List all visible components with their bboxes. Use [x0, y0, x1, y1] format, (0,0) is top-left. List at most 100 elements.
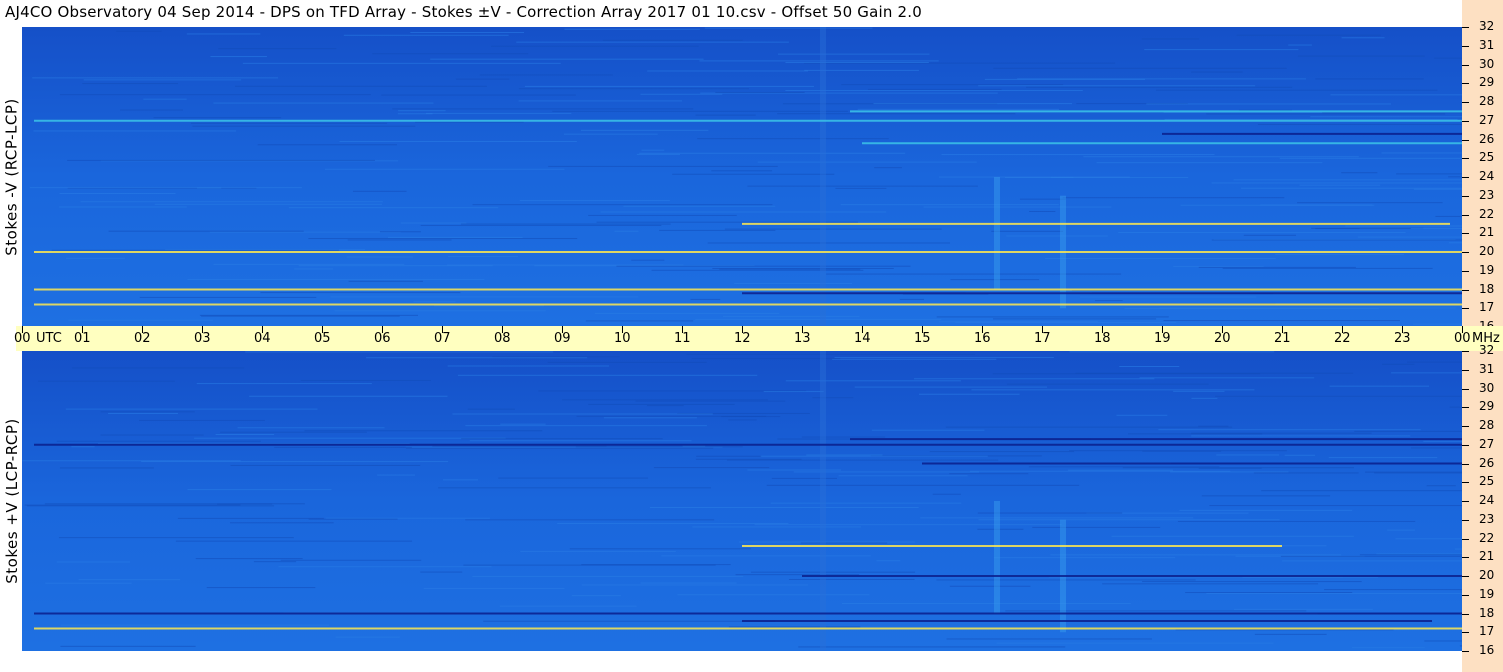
band-mark — [34, 443, 1462, 446]
noise-streak — [1102, 583, 1319, 585]
burst-mark — [994, 177, 1000, 290]
noise-streak — [274, 446, 412, 448]
noise-streak — [1044, 257, 1276, 259]
noise-streak — [949, 473, 1029, 475]
frequency-tick-label: 31 — [1479, 37, 1495, 52]
noise-streak — [461, 438, 663, 440]
noise-streak — [841, 84, 1064, 86]
frequency-tick-label: 28 — [1479, 418, 1495, 432]
noise-streak — [1376, 553, 1462, 555]
noise-streak — [1434, 57, 1462, 59]
spectrogram-svg — [22, 351, 1462, 651]
noise-streak — [1341, 37, 1385, 39]
noise-streak — [766, 484, 1080, 486]
noise-streak — [1079, 296, 1257, 298]
frequency-tick-label: 22 — [1479, 530, 1495, 545]
noise-streak — [1279, 157, 1462, 159]
noise-streak — [841, 602, 1131, 604]
band-mark — [922, 462, 1462, 465]
noise-streak — [594, 312, 780, 314]
noise-streak — [978, 519, 1280, 521]
noise-streak — [707, 242, 951, 244]
noise-streak — [1354, 430, 1462, 432]
noise-streak — [294, 268, 334, 270]
noise-streak — [242, 62, 561, 64]
noise-streak — [1315, 78, 1424, 80]
noise-streak — [993, 318, 1157, 320]
noise-streak — [60, 645, 196, 647]
noise-streak — [1423, 440, 1462, 442]
noise-streak — [83, 79, 242, 81]
noise-streak — [442, 479, 479, 481]
band-mark — [34, 627, 1462, 630]
frequency-tick-label: 20 — [1479, 244, 1495, 258]
utc-tick-label: 05 — [314, 331, 331, 346]
noise-streak — [1387, 529, 1415, 531]
noise-streak — [518, 88, 749, 90]
noise-streak — [59, 206, 187, 208]
frequency-tick-label: 19 — [1479, 262, 1495, 277]
noise-streak — [788, 578, 915, 580]
noise-streak — [139, 419, 265, 421]
noise-streak — [936, 579, 1196, 581]
noise-streak — [278, 566, 492, 568]
noise-streak — [1032, 526, 1161, 528]
frequency-tick-mark — [1462, 158, 1469, 160]
noise-streak — [153, 117, 282, 119]
band-mark — [742, 545, 1282, 547]
noise-streak — [237, 427, 385, 429]
noise-streak — [1006, 383, 1209, 385]
noise-streak — [433, 305, 545, 307]
noise-streak — [1170, 471, 1289, 473]
noise-streak — [195, 558, 303, 560]
noise-streak — [516, 41, 789, 43]
noise-streak — [187, 279, 485, 281]
frequency-tick-mark — [1462, 501, 1469, 502]
noise-streak — [60, 624, 330, 626]
noise-streak — [569, 548, 751, 550]
noise-streak — [38, 380, 175, 382]
frequency-tick-mark — [1462, 388, 1469, 390]
noise-streak — [213, 102, 434, 104]
noise-streak — [993, 557, 1176, 559]
noise-streak — [1198, 266, 1356, 268]
burst-mark — [820, 351, 826, 651]
noise-streak — [1359, 554, 1462, 556]
utc-tick-label: 17 — [1034, 331, 1051, 346]
noise-streak — [699, 60, 939, 62]
noise-streak — [603, 417, 697, 419]
noise-streak — [600, 211, 887, 213]
frequency-tick-mark — [1462, 83, 1469, 85]
noise-streak — [339, 140, 577, 142]
frequency-tick-label: 32 — [1479, 343, 1495, 357]
noise-streak — [1206, 113, 1446, 115]
noise-streak — [253, 561, 297, 563]
noise-streak — [1454, 548, 1462, 550]
noise-streak — [177, 517, 324, 519]
noise-streak — [640, 93, 723, 95]
noise-streak — [78, 579, 181, 581]
noise-streak — [840, 204, 1059, 206]
noise-streak — [747, 185, 978, 187]
utc-tick-label: 19 — [1154, 331, 1171, 346]
utc-tick-label: 00 — [14, 331, 31, 346]
utc-tick-label: 10 — [614, 331, 631, 346]
frequency-tick-label: 18 — [1479, 281, 1495, 296]
frequency-tick-mark — [1462, 594, 1469, 596]
utc-tick-label: 09 — [554, 331, 571, 346]
frequency-tick-mark — [1462, 45, 1469, 47]
frequency-tick-mark — [1462, 177, 1469, 178]
noise-streak — [447, 256, 518, 258]
frequency-tick-label: 30 — [1479, 56, 1495, 71]
noise-streak — [548, 165, 778, 167]
noise-streak — [580, 129, 709, 131]
noise-streak — [1068, 469, 1173, 471]
spectrogram-gradient — [22, 27, 1462, 327]
noise-streak — [686, 353, 975, 355]
noise-streak — [812, 397, 854, 399]
noise-streak — [218, 48, 337, 50]
noise-streak — [651, 269, 864, 271]
noise-streak — [932, 493, 961, 495]
noise-streak — [596, 221, 858, 223]
noise-streak — [661, 555, 871, 557]
